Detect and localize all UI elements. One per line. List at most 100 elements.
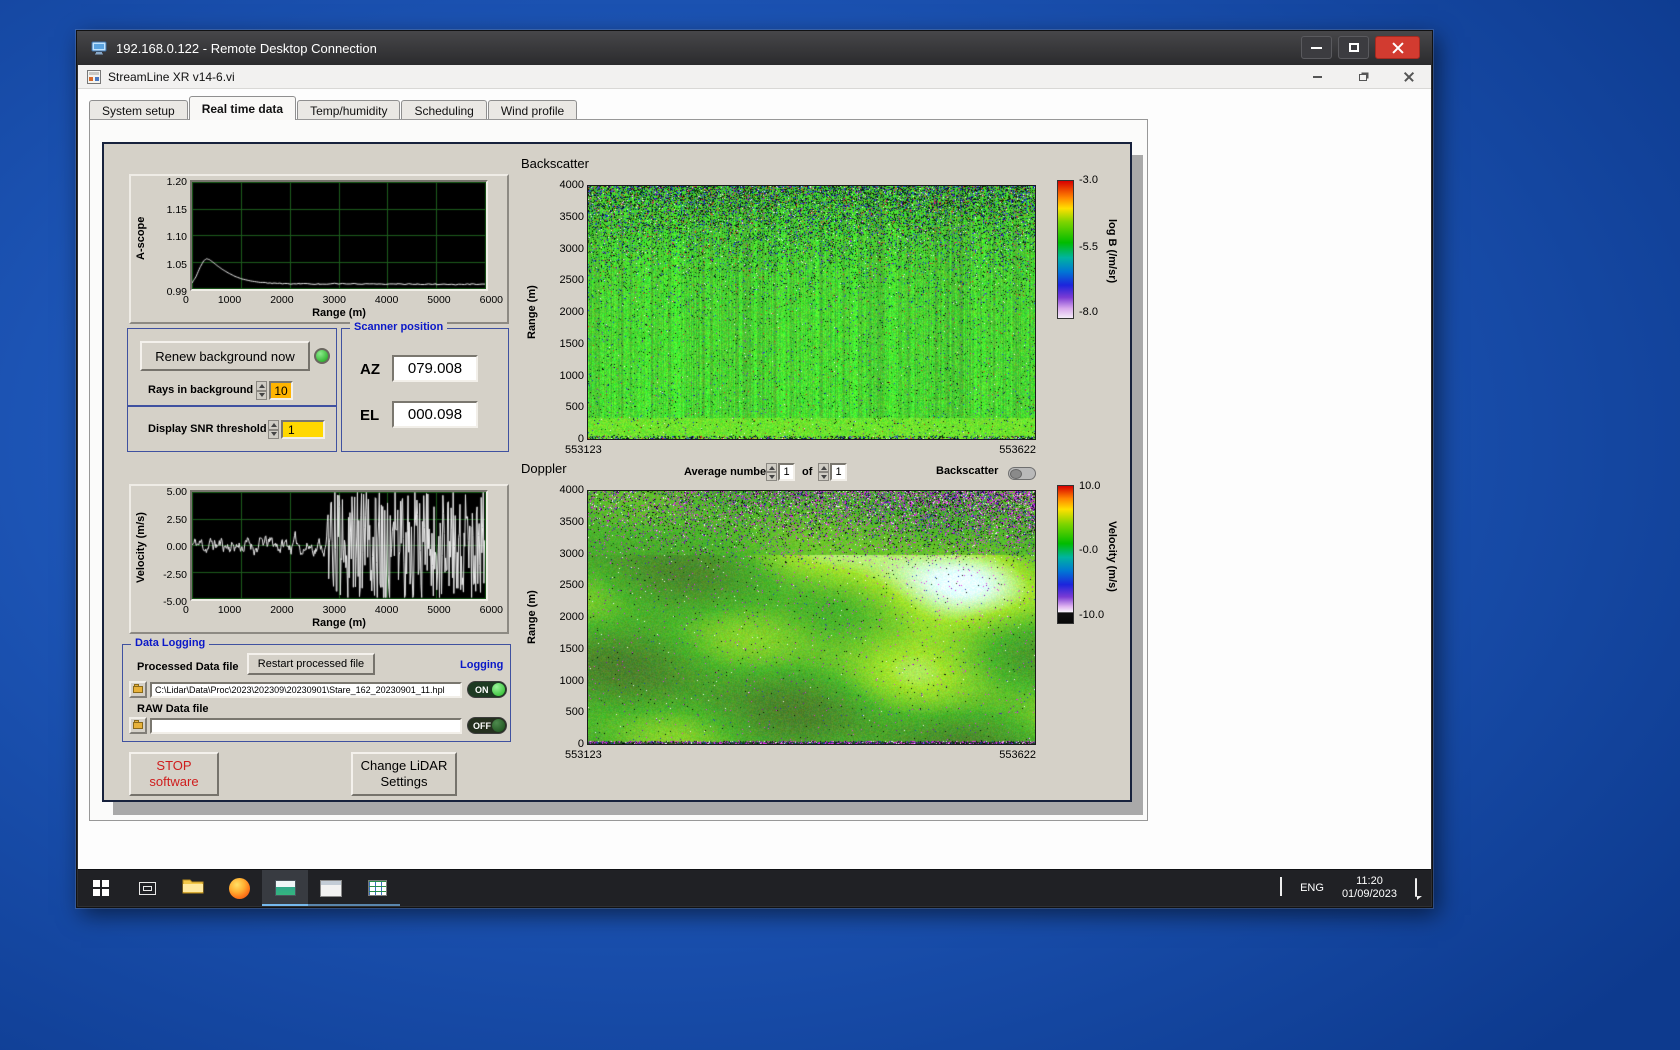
snr-spinner[interactable] — [268, 420, 279, 439]
tick-label: 3000 — [559, 547, 584, 560]
doppler-y-axis-label: Range (m) — [526, 590, 538, 645]
spinner-up-icon[interactable] — [766, 463, 777, 472]
taskbar-spreadsheet-app[interactable] — [354, 870, 400, 906]
tick-label: 2000 — [270, 604, 294, 616]
velocity-plot-area — [190, 490, 488, 601]
rays-value-field[interactable]: 10 — [269, 381, 293, 400]
toggle-state-label: ON — [475, 684, 489, 695]
realtime-panel: A-scope 1.20 1.15 1.10 1.05 0.99 0 1000 2000 30… — [102, 142, 1132, 802]
tick-label: 4000 — [559, 179, 584, 191]
change-button-line2: Settings — [380, 774, 428, 789]
app-minimize-button[interactable] — [1309, 70, 1325, 84]
backscatter-display-toggle[interactable] — [1008, 467, 1036, 480]
ascope-canvas — [192, 182, 486, 289]
tab-real-time-data[interactable]: Real time data — [188, 96, 297, 120]
rdp-close-button[interactable] — [1375, 36, 1420, 59]
doppler-x-end-label: 553622 — [999, 749, 1036, 761]
of-count-spinner[interactable] — [818, 463, 829, 481]
tick-label: 2.50 — [166, 513, 187, 526]
app-restore-button[interactable] — [1355, 70, 1371, 84]
taskbar-streamline-app[interactable] — [262, 870, 308, 906]
notification-center-button[interactable] — [1415, 878, 1422, 900]
spinner-down-icon[interactable] — [268, 429, 279, 439]
tick-label: 4000 — [559, 484, 584, 496]
velocity-chart: Velocity (m/s) 5.00 2.50 0.00 -2.50 -5.00 01… — [129, 484, 509, 634]
spinner-up-icon[interactable] — [256, 381, 267, 391]
app-title-text: StreamLine XR v14-6.vi — [108, 69, 235, 84]
toggle-knob-icon — [492, 719, 505, 732]
data-logging-group: Data Logging Processed Data file Restart… — [122, 637, 511, 742]
background-controls-group: Renew background now Rays in background … — [127, 328, 337, 406]
app-close-button[interactable] — [1401, 70, 1417, 84]
tick-label: 3000 — [322, 604, 346, 616]
tick-label: 5.00 — [166, 486, 187, 498]
tab-wind-profile[interactable]: Wind profile — [487, 100, 578, 120]
taskbar-scan-scheduler[interactable] — [308, 870, 354, 906]
tick-label: 4000 — [374, 604, 399, 616]
doppler-heatmap — [587, 490, 1036, 745]
tray-show-hidden-icons-button[interactable] — [1280, 877, 1283, 897]
backscatter-colorbar-tick: -8.0 — [1079, 306, 1098, 318]
tick-label: 2500 — [559, 274, 584, 287]
renew-background-button[interactable]: Renew background now — [140, 341, 310, 371]
firefox-icon — [228, 877, 250, 899]
stop-software-button[interactable]: STOP software — [129, 752, 219, 796]
change-lidar-settings-button[interactable]: Change LiDAR Settings — [351, 752, 457, 796]
snr-value-field[interactable]: 1 — [281, 420, 325, 439]
velocity-x-axis-label: Range (m) — [312, 617, 366, 629]
velocity-canvas — [192, 492, 486, 599]
spinner-up-icon[interactable] — [268, 420, 279, 430]
rdp-maximize-button[interactable] — [1338, 36, 1369, 59]
ascope-x-axis-label: Range (m) — [312, 307, 366, 319]
raw-path-browse-button[interactable] — [129, 717, 147, 734]
scanner-position-group: Scanner position AZ 079.008 EL 000.098 — [341, 321, 509, 452]
scanner-position-title: Scanner position — [350, 321, 448, 333]
tray-clock[interactable]: 11:20 01/09/2023 — [1342, 875, 1397, 901]
tab-temp-humidity[interactable]: Temp/humidity — [297, 100, 401, 120]
streamline-app-icon — [274, 880, 296, 896]
tick-label: 1500 — [559, 337, 584, 350]
rdp-minimize-button[interactable] — [1301, 36, 1332, 59]
maximize-icon — [1348, 43, 1359, 52]
raw-path-field[interactable] — [150, 718, 462, 734]
spinner-up-icon[interactable] — [818, 463, 829, 472]
doppler-colorbar-tick: 10.0 — [1079, 480, 1101, 492]
taskbar-file-explorer[interactable] — [170, 870, 216, 906]
average-number-label: Average number — [684, 466, 771, 478]
tick-label: 0 — [183, 294, 189, 306]
of-label: of — [802, 466, 813, 478]
processed-logging-toggle[interactable]: ON — [467, 681, 507, 698]
tab-page: A-scope 1.20 1.15 1.10 1.05 0.99 0 1000 2000 30… — [89, 119, 1148, 821]
task-view-button[interactable] — [124, 870, 170, 906]
backscatter-colorbar — [1057, 180, 1074, 319]
display-snr-threshold-label: Display SNR threshold — [148, 423, 267, 435]
spinner-down-icon[interactable] — [818, 472, 829, 481]
scan-scheduler-window-icon — [320, 879, 342, 897]
el-value-field[interactable]: 000.098 — [392, 401, 478, 428]
average-number-spinner[interactable] — [766, 463, 777, 481]
processed-path-browse-button[interactable] — [129, 681, 147, 698]
spinner-down-icon[interactable] — [766, 472, 777, 481]
tray-language-indicator[interactable]: ENG — [1300, 882, 1324, 894]
raw-logging-toggle[interactable]: OFF — [467, 717, 507, 734]
raw-data-file-label: RAW Data file — [137, 703, 209, 715]
of-count-field[interactable]: 1 — [830, 463, 847, 481]
background-led-indicator — [314, 348, 330, 364]
ascope-y-axis-label: A-scope — [135, 216, 147, 260]
spinner-down-icon[interactable] — [256, 390, 267, 400]
taskbar-firefox[interactable] — [216, 870, 262, 906]
tick-label: 3500 — [559, 210, 584, 223]
average-number-field[interactable]: 1 — [778, 463, 795, 481]
ascope-y-ticks: 1.20 1.15 1.10 1.05 0.99 — [147, 176, 187, 298]
backscatter-canvas — [588, 186, 1035, 439]
tab-system-setup[interactable]: System setup — [89, 100, 188, 120]
restart-processed-file-button[interactable]: Restart processed file — [247, 653, 375, 675]
rays-spinner[interactable] — [256, 381, 267, 400]
tab-scheduling[interactable]: Scheduling — [401, 100, 487, 120]
az-label: AZ — [360, 361, 380, 378]
processed-path-field[interactable]: C:\Lidar\Data\Proc\2023\202309\20230901\… — [150, 682, 462, 698]
az-value-field[interactable]: 079.008 — [392, 355, 478, 382]
toggle-state-label: OFF — [473, 720, 491, 731]
tick-label: 2000 — [559, 306, 584, 318]
start-button[interactable] — [78, 870, 124, 906]
